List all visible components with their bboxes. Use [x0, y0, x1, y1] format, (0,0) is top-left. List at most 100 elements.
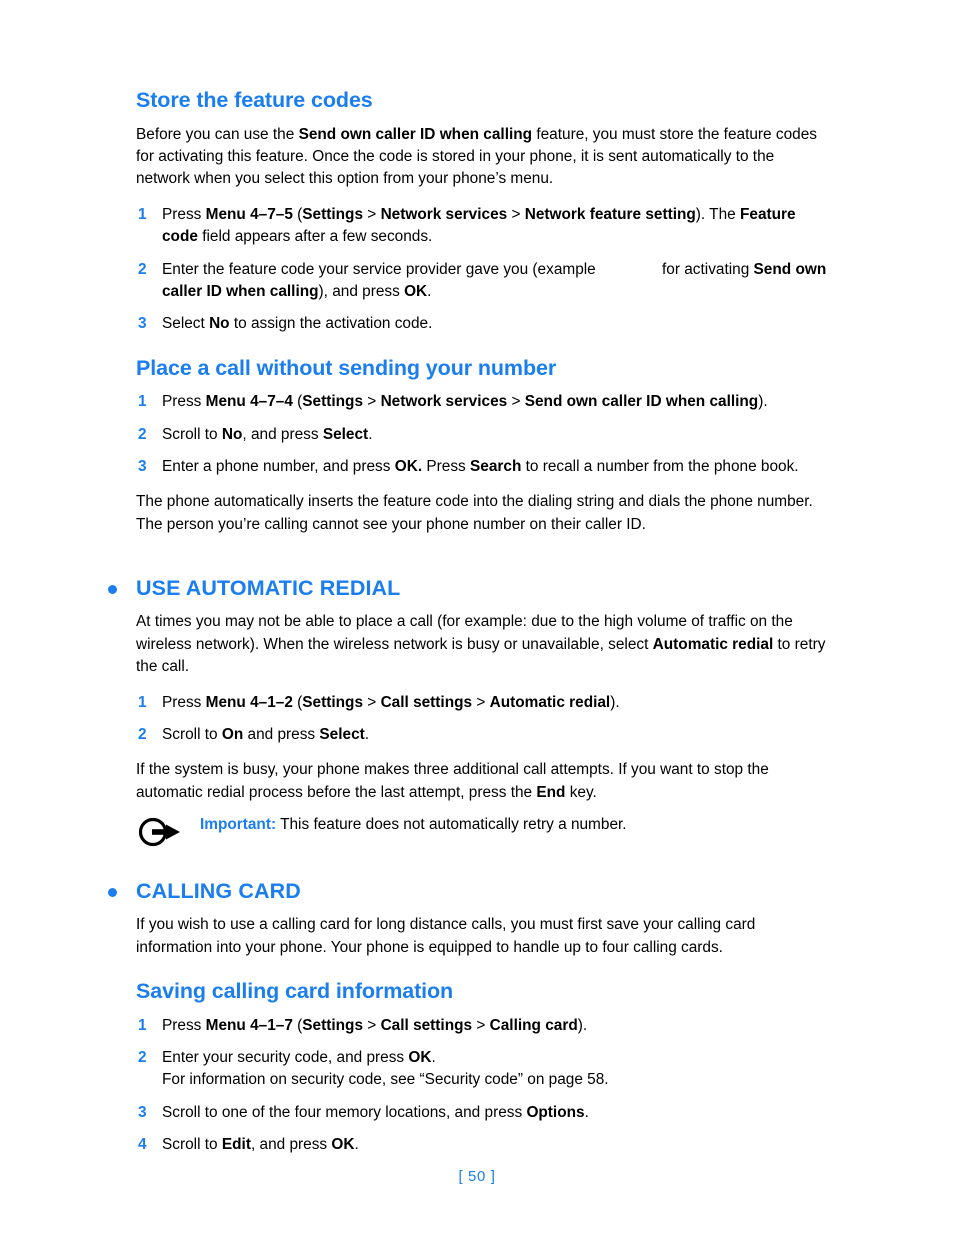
text-run: ( [292, 693, 303, 711]
text-run: > [363, 1016, 381, 1034]
step-number: 2 [138, 725, 147, 743]
text-run-bold: Send own caller ID when calling [298, 125, 533, 143]
text-run: , and press [250, 1136, 332, 1154]
steps-automatic-redial: 1 Press Menu 4–1–2 (Settings > Call setti… [136, 692, 832, 747]
text-run: Enter your security code, and press [162, 1049, 409, 1066]
text-run-bold: Menu 4–7–5 [205, 205, 293, 223]
text-run-bold: Edit [221, 1136, 251, 1154]
text-run-bold: Settings [302, 393, 364, 411]
steps-saving-calling-card: 1 Press Menu 4–1–7 (Settings > Call setti… [136, 1015, 832, 1157]
text-run: , and press [242, 425, 323, 443]
text-run-bold: Network services [380, 393, 508, 411]
step-number: 3 [138, 315, 147, 333]
text-run: Press [162, 1016, 206, 1034]
paragraph-automatic-redial-intro: At times you may not be able to place a … [136, 611, 832, 678]
text-run-bold: No [209, 315, 230, 333]
list-item: 2 Scroll to On and press Select. [136, 724, 832, 746]
step-number: 1 [138, 693, 147, 711]
text-run: key. [565, 783, 597, 801]
text-run: . [368, 425, 373, 443]
text-run: to assign the activation code. [229, 315, 433, 333]
text-run: . [431, 1049, 436, 1066]
page-number-footer: [ 50 ] [458, 1168, 496, 1185]
step-number: 2 [138, 260, 147, 278]
text-run-bold: Search [470, 458, 522, 476]
text-run-bold: Automatic redial [652, 635, 774, 653]
list-item: 1 Press Menu 4–7–5 (Settings > Network se… [136, 204, 832, 249]
step-number: 1 [138, 205, 147, 223]
steps-place-call-without-number: 1 Press Menu 4–7–4 (Settings > Network se… [136, 391, 832, 478]
page-content: Store the feature codes Before you can u… [108, 88, 832, 1157]
text-run: ), and press [318, 282, 405, 300]
important-note-text: Important: This feature does not automat… [200, 816, 627, 833]
text-run-bold: On [221, 725, 244, 743]
text-run: > [363, 205, 381, 223]
text-run-bold: Automatic redial [489, 693, 611, 711]
steps-store-feature-codes: 1 Press Menu 4–7–5 (Settings > Network se… [136, 204, 832, 336]
text-run-bold: Menu 4–7–4 [205, 393, 293, 411]
text-run: > [507, 393, 525, 411]
text-run-bold: OK [404, 282, 428, 300]
heading-text: CALLING CARD [136, 879, 301, 904]
text-run: ). The [695, 205, 740, 223]
list-item: 2 Enter the feature code your service pro… [136, 259, 832, 304]
heading-use-automatic-redial: USE AUTOMATIC REDIAL [108, 576, 832, 601]
text-run-bold: Settings [302, 205, 364, 223]
text-run-bold: Menu 4–1–7 [205, 1016, 293, 1034]
text-run-bold: Call settings [380, 693, 473, 711]
text-run-bold: Settings [302, 1016, 364, 1034]
text-run-bold: Select [322, 425, 369, 443]
text-run-bold: Select [319, 725, 365, 743]
text-run: Scroll to [162, 425, 222, 443]
paragraph-calling-card-intro: If you wish to use a calling card for lo… [136, 916, 756, 956]
list-item: 2 Enter your security code, and press OK.… [136, 1047, 832, 1092]
text-run: This feature does not automatically retr… [276, 816, 627, 834]
text-run: ). [577, 1016, 588, 1034]
text-run: Scroll to one of the four memory locatio… [162, 1103, 527, 1121]
text-run: ). [758, 393, 768, 411]
text-run-bold: End [536, 783, 566, 801]
list-item: 1 Press Menu 4–7–4 (Settings > Network se… [136, 391, 832, 413]
text-run: ( [292, 1016, 303, 1034]
text-run: Press [162, 393, 206, 411]
heading-place-a-call-without-sending-your-number: Place a call without sending your number [136, 355, 557, 380]
text-run: Scroll to [162, 725, 222, 743]
step-number: 2 [138, 425, 147, 443]
text-run: Press [162, 205, 206, 223]
step-number: 3 [138, 458, 147, 476]
paragraph-place-call-outro: The phone automatically inserts the feat… [136, 493, 813, 533]
text-run: to recall a number from the phone book. [521, 458, 799, 476]
list-item: 3 Enter a phone number, and press OK. Pre… [136, 456, 832, 478]
text-run: > [507, 205, 525, 223]
list-item: 1 Press Menu 4–1–7 (Settings > Call setti… [136, 1015, 832, 1037]
important-note: Important: This feature does not automat… [136, 814, 832, 848]
step-number: 1 [138, 1016, 147, 1034]
text-run: Enter a phone number, and press [162, 458, 395, 476]
list-item: 1 Press Menu 4–1–2 (Settings > Call setti… [136, 692, 832, 714]
text-run-bold: OK. [394, 458, 423, 476]
text-run: ( [292, 205, 303, 223]
step-number: 2 [138, 1049, 147, 1066]
list-item: 3 Scroll to one of the four memory locati… [136, 1102, 832, 1124]
text-run: > [363, 393, 381, 411]
text-run: Press [162, 693, 206, 711]
step-number: 1 [138, 393, 147, 411]
text-run: ( [292, 393, 303, 411]
list-item: 2 Scroll to No, and press Select. [136, 424, 832, 446]
text-run-bold: Call settings [380, 1016, 473, 1034]
list-item: 3 Select No to assign the activation code… [136, 313, 832, 335]
step-number: 4 [138, 1136, 147, 1154]
heading-text: USE AUTOMATIC REDIAL [136, 576, 401, 601]
text-run: for activating [657, 260, 754, 278]
heading-calling-card: CALLING CARD [108, 879, 832, 904]
text-run-bold: Send own caller ID when calling [524, 393, 759, 411]
paragraph-automatic-redial-outro: If the system is busy, your phone makes … [136, 759, 832, 804]
text-run-bold: Settings [302, 693, 364, 711]
text-run: and press [243, 725, 320, 743]
text-run-bold: OK [331, 1136, 355, 1154]
text-run: > [472, 693, 490, 711]
text-run-bold: No [221, 425, 243, 443]
text-run: Press [422, 458, 471, 476]
document-page: Store the feature codes Before you can u… [0, 0, 954, 1248]
list-item: 4 Scroll to Edit, and press OK. [136, 1134, 832, 1156]
